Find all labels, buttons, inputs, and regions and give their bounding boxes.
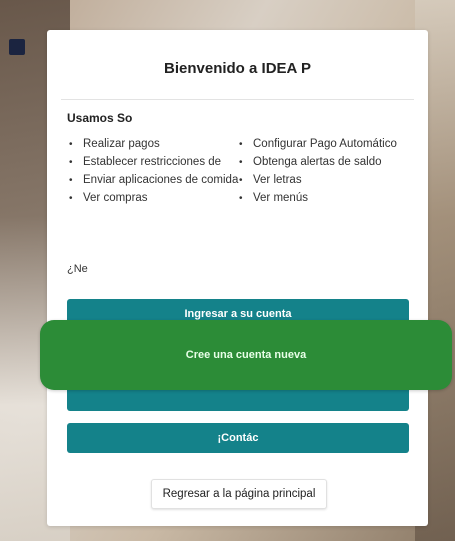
feature-label: Configurar Pago Automático — [253, 138, 397, 150]
feature-label: Obtenga alertas de saldo — [253, 156, 382, 168]
welcome-title: Bienvenido a IDEA P — [164, 60, 311, 77]
feature-list: • Realizar pagos • Configurar Pago Autom… — [69, 138, 419, 205]
uses-title: Usamos So — [67, 111, 133, 125]
feature-item: • Ver compras — [69, 192, 239, 205]
bullet-icon: • — [239, 157, 243, 168]
welcome-card: Bienvenido a IDEA P Usamos So • Realizar… — [47, 30, 428, 526]
bullet-icon: • — [239, 139, 243, 150]
bullet-icon: • — [69, 139, 73, 150]
create-account-button[interactable]: Cree una cuenta nueva — [40, 320, 452, 390]
feature-label: Ver menús — [253, 192, 308, 204]
feature-label: Ver compras — [83, 192, 148, 204]
bullet-icon: • — [239, 175, 243, 186]
feature-label: Establecer restricciones de — [83, 156, 222, 168]
back-to-home-button[interactable]: Regresar a la página principal — [151, 479, 327, 509]
feature-item: • Ver menús — [239, 192, 409, 205]
corner-icon — [9, 39, 25, 55]
bullet-icon: • — [239, 193, 243, 204]
feature-item: • Ver letras — [239, 174, 409, 187]
bullet-icon: • — [69, 157, 73, 168]
account-question: ¿Ne — [67, 263, 88, 275]
divider — [61, 99, 414, 100]
feature-item: • Enviar aplicaciones de comida — [69, 174, 239, 187]
contact-button[interactable]: ¡Contác — [67, 423, 409, 453]
create-account-label: Cree una cuenta nueva — [185, 349, 307, 361]
feature-item: • Realizar pagos — [69, 138, 239, 151]
feature-label: Enviar aplicaciones de comida — [83, 174, 239, 186]
feature-label: Ver letras — [253, 174, 302, 186]
feature-item: • Establecer restricciones de — [69, 156, 239, 169]
feature-item: • Obtenga alertas de saldo — [239, 156, 409, 169]
bullet-icon: • — [69, 175, 73, 186]
bullet-icon: • — [69, 193, 73, 204]
feature-item: • Configurar Pago Automático — [239, 138, 409, 151]
feature-label: Realizar pagos — [83, 138, 160, 150]
